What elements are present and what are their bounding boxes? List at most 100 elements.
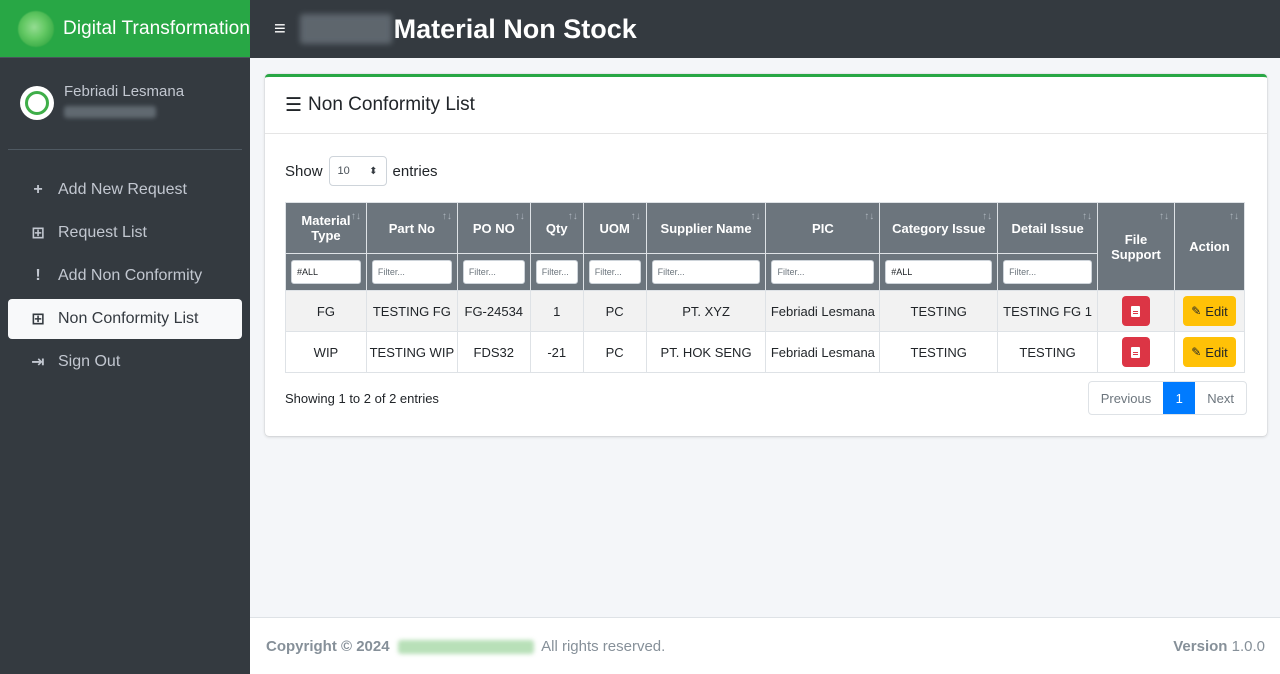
sidebar-item-non-conformity-list[interactable]: ⊞ Non Conformity List	[8, 299, 242, 339]
card-header: ☰ Non Conformity List	[265, 77, 1267, 134]
filter-pic[interactable]: Filter...	[771, 260, 875, 284]
copyright-text: Copyright © 2024 All rights reserved.	[266, 637, 666, 655]
sidebar-item-request-list[interactable]: ⊞ Request List	[8, 213, 242, 253]
filter-qty[interactable]: Filter...	[535, 260, 578, 284]
file-support-button[interactable]	[1121, 296, 1150, 326]
sort-icon: ↑↓	[630, 211, 641, 222]
hamburger-menu-icon[interactable]: ≡	[274, 18, 286, 41]
cell-category-issue: TESTING	[879, 290, 999, 332]
cell-supplier-name: PT. HOK SENG	[645, 331, 767, 373]
sort-icon: ↑↓	[1082, 211, 1093, 222]
sidebar-nav: + Add New Request ⊞ Request List ! Add N…	[0, 150, 250, 382]
sidebar-item-label: Sign Out	[58, 353, 121, 370]
filter-part-no[interactable]: Filter...	[371, 260, 452, 284]
sidebar-item-add-new-request[interactable]: + Add New Request	[8, 170, 242, 210]
column-header-part-no[interactable]: Part No ↑↓	[365, 202, 458, 254]
main-footer: Copyright © 2024 All rights reserved. Ve…	[250, 617, 1280, 674]
table-icon: ⊞	[31, 225, 45, 242]
cell-supplier-name: PT. XYZ	[645, 290, 767, 332]
redacted-company	[397, 639, 534, 654]
cell-po-no: FG-24534	[456, 290, 531, 332]
table-icon: ⊞	[31, 311, 45, 328]
plus-icon: +	[33, 181, 43, 198]
redacted-label	[299, 14, 392, 44]
sort-icon: ↑↓	[1158, 211, 1169, 222]
brand-logo	[18, 10, 54, 47]
edit-button[interactable]: ✎ Edit	[1183, 337, 1236, 367]
sort-icon: ↑↓	[514, 211, 525, 222]
column-header-supplier-name[interactable]: Supplier Name ↑↓	[645, 202, 767, 254]
page-length-value: 10	[337, 165, 350, 177]
card-title: Non Conformity List	[308, 94, 475, 115]
avatar[interactable]	[20, 86, 54, 120]
sidebar: Digital Transformation Febriadi Lesmana …	[0, 0, 250, 674]
top-navbar: ≡ Material Non Stock	[250, 0, 1280, 58]
pagination-previous[interactable]: Previous	[1089, 382, 1164, 414]
cell-qty: 1	[529, 290, 584, 332]
table-info: Showing 1 to 2 of 2 entries	[285, 390, 439, 406]
user-panel: Febriadi Lesmana	[8, 58, 242, 150]
column-header-po-no[interactable]: PO NO ↑↓	[456, 202, 531, 254]
sidebar-item-label: Add Non Conformity	[58, 267, 203, 284]
non-conformity-card: ☰ Non Conformity List Show 10 ⬍ entries …	[265, 74, 1267, 436]
page-length-select[interactable]: 10 ⬍	[328, 156, 387, 186]
brand-title: Digital Transformation	[63, 17, 250, 39]
edit-icon: ✎	[1191, 304, 1202, 318]
sort-icon: ↑↓	[350, 211, 361, 222]
user-name[interactable]: Febriadi Lesmana	[64, 83, 184, 100]
sort-icon: ↑↓	[750, 211, 761, 222]
sidebar-item-sign-out[interactable]: ⇥ Sign Out	[8, 342, 242, 382]
filter-detail-issue[interactable]: Filter...	[1003, 260, 1093, 284]
brand-link[interactable]: Digital Transformation	[0, 0, 250, 58]
cell-pic: Febriadi Lesmana	[765, 331, 881, 373]
list-icon: ☰	[285, 94, 303, 116]
cell-part-no: TESTING FG	[365, 290, 458, 332]
sort-icon: ↑↓	[567, 211, 578, 222]
column-header-qty[interactable]: Qty ↑↓	[529, 202, 584, 254]
filter-uom[interactable]: Filter...	[588, 260, 641, 284]
pagination-next[interactable]: Next	[1195, 382, 1246, 414]
column-header-pic[interactable]: PIC ↑↓	[765, 202, 881, 254]
page-title: Material Non Stock	[393, 13, 637, 44]
user-id-redacted	[64, 106, 156, 118]
edit-icon: ✎	[1191, 345, 1202, 359]
cell-pic: Febriadi Lesmana	[765, 290, 881, 332]
sidebar-item-label: Request List	[58, 224, 147, 241]
filter-category-issue[interactable]: #ALL	[885, 260, 993, 284]
entries-label: entries	[392, 162, 438, 180]
non-conformity-table: Material Type ↑↓ Part No ↑↓ PO NO ↑↓ Qty ↑↓ …	[285, 202, 1246, 373]
sidebar-item-label: Non Conformity List	[58, 310, 199, 327]
column-header-uom[interactable]: UOM ↑↓	[582, 202, 647, 254]
table-row: WIP TESTING WIP FDS32 -21 PC PT. HOK SEN…	[285, 331, 1246, 373]
cell-detail-issue: TESTING	[997, 331, 1099, 373]
sort-icon: ↑↓	[1229, 211, 1239, 222]
column-header-action[interactable]: Action ↑↓	[1173, 202, 1246, 291]
sort-icon: ↑↓	[864, 211, 875, 222]
cell-qty: -21	[529, 331, 584, 373]
column-header-detail-issue[interactable]: Detail Issue ↑↓	[997, 202, 1099, 254]
exclamation-icon: !	[35, 267, 41, 284]
column-header-category-issue[interactable]: Category Issue ↑↓	[879, 202, 999, 254]
pagination-page-1[interactable]: 1	[1163, 382, 1196, 414]
column-header-material-type[interactable]: Material Type ↑↓	[285, 202, 367, 254]
show-label: Show	[285, 162, 323, 180]
cell-material-type: FG	[285, 290, 367, 332]
filter-supplier-name[interactable]: Filter...	[651, 260, 761, 284]
pagination: Previous 1 Next	[1087, 381, 1247, 415]
sidebar-item-add-non-conformity[interactable]: ! Add Non Conformity	[8, 256, 242, 296]
filter-material-type[interactable]: #ALL	[291, 260, 361, 284]
sort-icon: ↑↓	[982, 211, 993, 222]
file-icon	[1131, 305, 1141, 317]
cell-uom: PC	[582, 331, 647, 373]
sort-icon: ↑↓	[441, 211, 452, 222]
file-icon	[1131, 346, 1141, 358]
edit-button[interactable]: ✎ Edit	[1183, 296, 1236, 326]
column-header-file-support[interactable]: File Support ↑↓	[1097, 202, 1175, 291]
cell-po-no: FDS32	[456, 331, 531, 373]
filter-po-no[interactable]: Filter...	[462, 260, 525, 284]
cell-material-type: WIP	[285, 331, 367, 373]
cell-uom: PC	[582, 290, 647, 332]
version-text: Version 1.0.0	[1173, 637, 1265, 655]
file-support-button[interactable]	[1121, 337, 1150, 367]
sign-out-icon: ⇥	[31, 354, 45, 371]
